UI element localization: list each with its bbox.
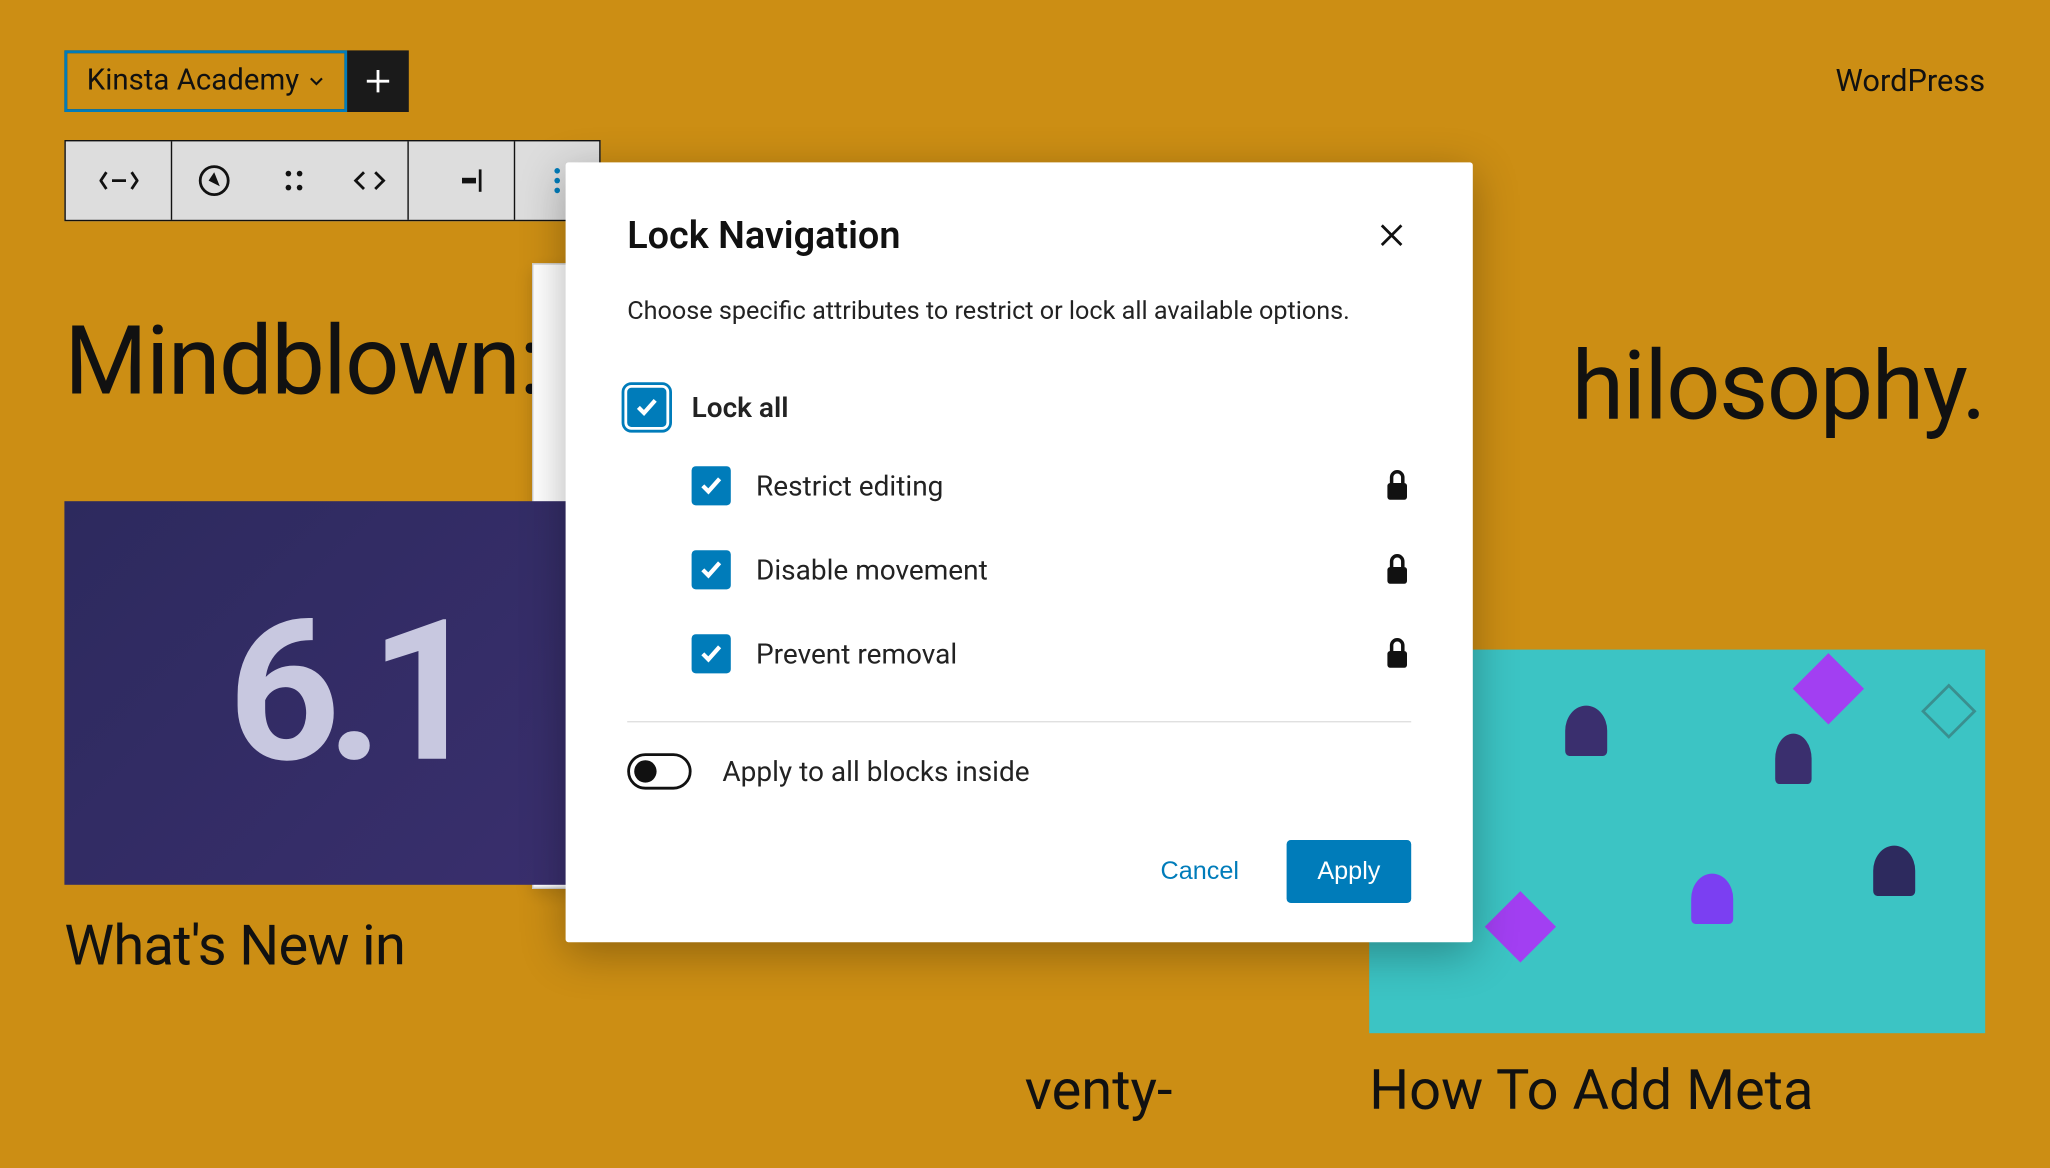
prevent-removal-label: Prevent removal bbox=[756, 637, 1358, 671]
lock-navigation-modal: Lock Navigation Choose specific attribut… bbox=[566, 162, 1473, 942]
thumbnail-art-61: 6.1 bbox=[228, 578, 468, 808]
check-icon bbox=[634, 395, 659, 420]
block-type-button[interactable] bbox=[66, 141, 172, 219]
justify-button[interactable] bbox=[409, 141, 515, 219]
modal-header: Lock Navigation bbox=[627, 213, 1411, 258]
lock-all-row: Lock all bbox=[627, 371, 1411, 444]
select-parent-button[interactable] bbox=[172, 141, 256, 219]
navigation-menu-selector[interactable]: Kinsta Academy bbox=[64, 50, 346, 112]
modal-actions: Cancel Apply bbox=[627, 840, 1411, 903]
post-thumbnail: 6.1 bbox=[64, 501, 631, 885]
plus-icon bbox=[361, 64, 395, 98]
close-icon bbox=[1375, 218, 1409, 252]
post-card[interactable]: 6.1 What's New in bbox=[64, 501, 631, 978]
apply-button[interactable]: Apply bbox=[1287, 840, 1412, 903]
chevron-down-icon bbox=[308, 73, 325, 90]
lock-all-label: Lock all bbox=[692, 391, 1412, 425]
lock-icon bbox=[1383, 637, 1411, 671]
disable-movement-checkbox[interactable] bbox=[692, 550, 731, 589]
navigation-block-icon bbox=[99, 161, 138, 200]
check-icon bbox=[699, 641, 724, 666]
move-arrows-icon bbox=[350, 161, 389, 200]
post-title-middle: venty- bbox=[1025, 1057, 1173, 1123]
restrict-editing-checkbox[interactable] bbox=[692, 466, 731, 505]
prevent-removal-checkbox[interactable] bbox=[692, 634, 731, 673]
modal-title: Lock Navigation bbox=[627, 213, 900, 258]
lock-icon bbox=[1383, 553, 1411, 587]
post-title: What's New in bbox=[64, 913, 631, 979]
disable-movement-row: Disable movement bbox=[692, 528, 1412, 612]
modal-description: Choose specific attributes to restrict o… bbox=[627, 294, 1411, 329]
compass-icon bbox=[195, 161, 234, 200]
check-icon bbox=[699, 473, 724, 498]
block-toolbar bbox=[64, 140, 600, 221]
close-button[interactable] bbox=[1372, 216, 1411, 255]
drag-icon bbox=[274, 161, 313, 200]
prevent-removal-row: Prevent removal bbox=[692, 612, 1412, 696]
check-icon bbox=[699, 557, 724, 582]
post-title-right: How To Add Meta bbox=[1369, 1057, 1813, 1123]
restrict-editing-row: Restrict editing bbox=[692, 444, 1412, 528]
toggle-knob bbox=[634, 760, 656, 782]
nav-selector-label: Kinsta Academy bbox=[87, 64, 299, 98]
cancel-button[interactable]: Cancel bbox=[1130, 840, 1270, 903]
add-block-button[interactable] bbox=[347, 50, 409, 112]
drag-handle[interactable] bbox=[256, 141, 332, 219]
lock-icon bbox=[1383, 469, 1411, 503]
brand-link[interactable]: WordPress bbox=[1836, 64, 1986, 99]
nav-selector-group: Kinsta Academy bbox=[64, 50, 408, 112]
restrict-editing-label: Restrict editing bbox=[756, 469, 1358, 503]
editor-header: Kinsta Academy WordPress bbox=[0, 0, 2050, 112]
toolbar-group-nav bbox=[172, 141, 409, 219]
justify-icon bbox=[442, 161, 481, 200]
apply-inside-row: Apply to all blocks inside bbox=[627, 753, 1411, 789]
apply-inside-label: Apply to all blocks inside bbox=[722, 755, 1029, 789]
apply-inside-toggle[interactable] bbox=[627, 753, 691, 789]
modal-divider bbox=[627, 721, 1411, 722]
move-button[interactable] bbox=[332, 141, 408, 219]
disable-movement-label: Disable movement bbox=[756, 553, 1358, 587]
lock-sub-options: Restrict editing Disable movement Preven… bbox=[627, 444, 1411, 696]
page-title-right: hilosophy. bbox=[1572, 330, 1986, 442]
lock-all-checkbox[interactable] bbox=[627, 388, 666, 427]
